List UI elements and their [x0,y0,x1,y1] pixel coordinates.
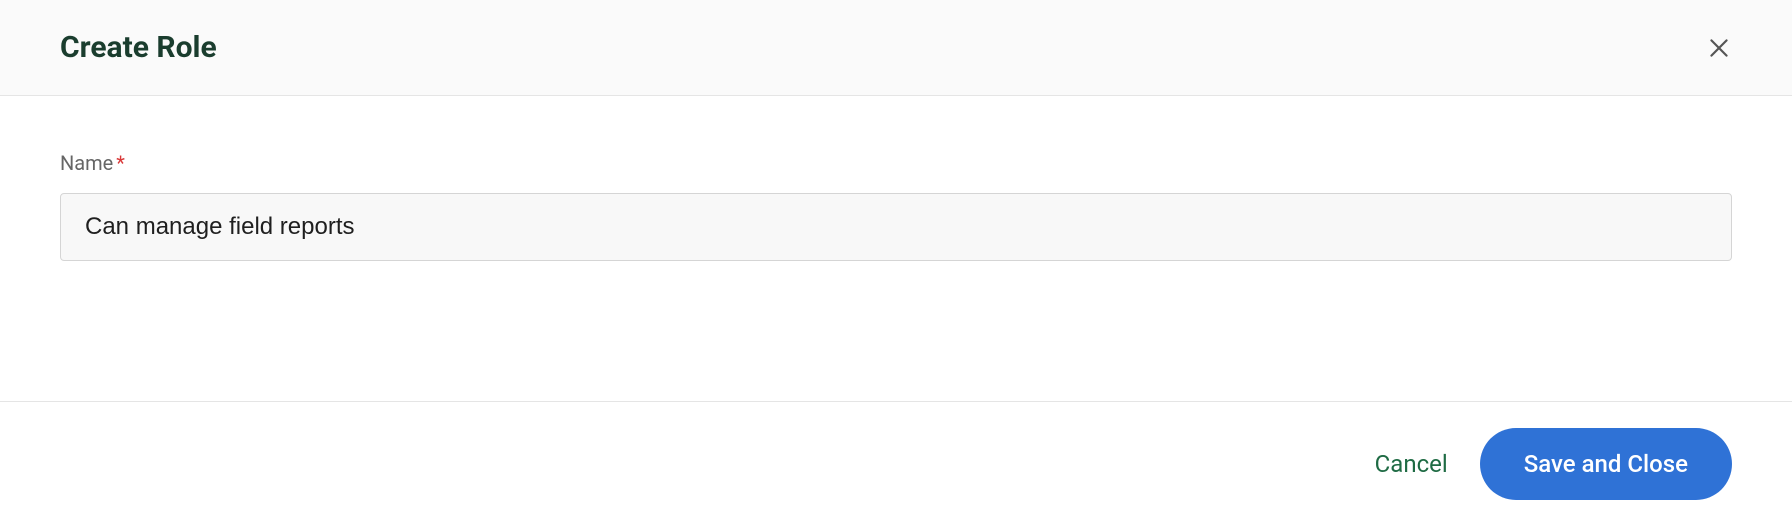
dialog-title: Create Role [60,30,217,65]
cancel-button[interactable]: Cancel [1375,450,1448,478]
name-input[interactable] [60,193,1732,261]
save-and-close-button[interactable]: Save and Close [1480,428,1732,500]
name-label-text: Name [60,151,113,175]
close-icon[interactable] [1706,35,1732,61]
dialog-footer: Cancel Save and Close [0,401,1792,526]
dialog-header: Create Role [0,0,1792,96]
name-field-label: Name* [60,151,1732,175]
required-indicator: * [116,151,125,175]
dialog-content: Name* [0,96,1792,401]
create-role-dialog: Create Role Name* Cancel Save and Close [0,0,1792,526]
